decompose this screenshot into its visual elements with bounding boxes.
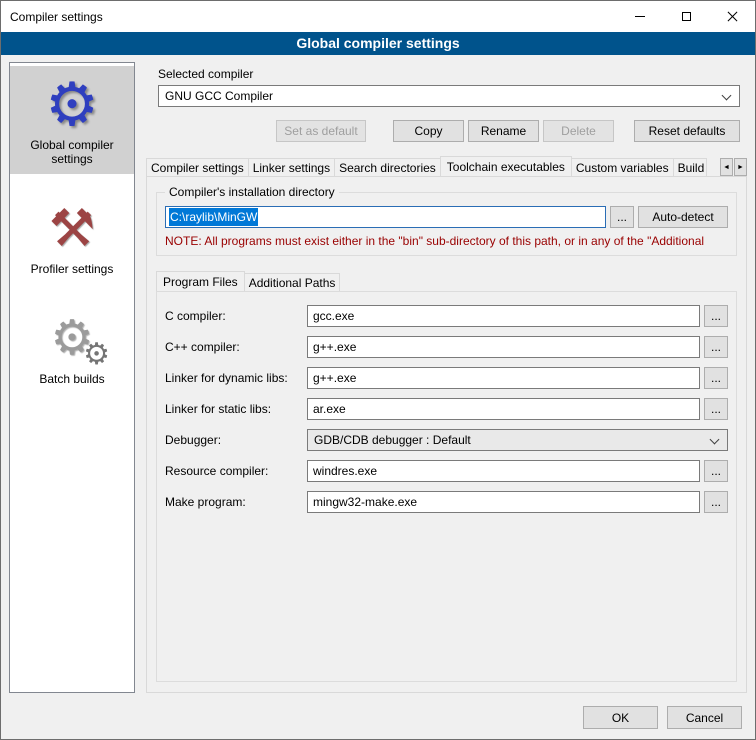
maximize-button[interactable] (663, 1, 709, 32)
tab-toolchain-executables[interactable]: Toolchain executables (440, 156, 572, 176)
field-label: Linker for static libs: (165, 402, 303, 416)
static-linker-input[interactable] (307, 398, 700, 420)
selected-compiler-label: Selected compiler (158, 67, 747, 81)
cpp-compiler-input[interactable] (307, 336, 700, 358)
tab-custom-variables[interactable]: Custom variables (571, 158, 674, 176)
install-path-value: C:\raylib\MinGW (169, 208, 258, 226)
minimize-icon (635, 16, 645, 17)
sidebar-item-label: Profiler settings (12, 262, 132, 276)
reset-defaults-button[interactable]: Reset defaults (634, 120, 740, 142)
compiler-select[interactable]: GNU GCC Compiler (158, 85, 740, 107)
field-label: C compiler: (165, 309, 303, 323)
rename-button[interactable]: Rename (468, 120, 539, 142)
toolchain-executables-panel: Compiler's installation directory C:\ray… (146, 176, 747, 693)
make-program-browse-button[interactable]: ... (704, 491, 728, 513)
delete-button[interactable]: Delete (543, 120, 614, 142)
cpp-compiler-browse-button[interactable]: ... (704, 336, 728, 358)
chevron-down-icon (710, 435, 720, 445)
sidebar-item-label: Batch builds (12, 372, 132, 386)
subtab-additional-paths[interactable]: Additional Paths (244, 273, 341, 291)
debugger-select[interactable]: GDB/CDB debugger : Default (307, 429, 728, 451)
note-text: NOTE: All programs must exist either in … (165, 234, 728, 248)
blue-gear-icon: ⚙ (12, 72, 132, 138)
gray-gears-icon: ⚙ ⚙ (12, 306, 132, 372)
dialog-header: Global compiler settings (1, 32, 755, 55)
field-label: Debugger: (165, 433, 303, 447)
dynamic-linker-input[interactable] (307, 367, 700, 389)
hammer-pick-glyph: ⚒ (49, 201, 96, 257)
compiler-settings-window: Compiler settings Global compiler settin… (0, 0, 756, 740)
field-row: C++ compiler: ... (165, 336, 728, 358)
static-linker-browse-button[interactable]: ... (704, 398, 728, 420)
close-button[interactable] (709, 1, 755, 32)
close-icon (726, 10, 739, 23)
debugger-select-value: GDB/CDB debugger : Default (314, 433, 471, 447)
sidebar: ⚙ Global compiler settings ⚒ Profiler se… (9, 62, 135, 693)
program-tabs: Program Files Additional Paths (156, 271, 737, 291)
sidebar-item-label: Global compiler settings (12, 138, 132, 166)
field-label: Resource compiler: (165, 464, 303, 478)
cancel-button[interactable]: Cancel (667, 706, 742, 729)
field-row: Linker for static libs: ... (165, 398, 728, 420)
tab-scroll-buttons: ◄ ► (720, 158, 747, 176)
field-row: Make program: ... (165, 491, 728, 513)
autodetect-button[interactable]: Auto-detect (638, 206, 728, 228)
profiler-tool-icon: ⚒ (12, 196, 132, 262)
chevron-down-icon (722, 91, 732, 101)
field-label: C++ compiler: (165, 340, 303, 354)
resource-compiler-input[interactable] (307, 460, 700, 482)
gear-glyph: ⚙ (45, 75, 99, 135)
make-program-input[interactable] (307, 491, 700, 513)
sidebar-item-global-compiler-settings[interactable]: ⚙ Global compiler settings (10, 66, 134, 174)
program-files-panel: C compiler: ... C++ compiler: ... Linker… (156, 291, 737, 682)
installation-directory-group: Compiler's installation directory C:\ray… (156, 192, 737, 256)
titlebar: Compiler settings (1, 1, 755, 32)
installation-directory-group-title: Compiler's installation directory (165, 185, 339, 199)
tab-scroll-right-button[interactable]: ► (734, 158, 747, 176)
maximize-icon (682, 12, 691, 21)
dynamic-linker-browse-button[interactable]: ... (704, 367, 728, 389)
window-title: Compiler settings (1, 10, 617, 24)
resource-compiler-browse-button[interactable]: ... (704, 460, 728, 482)
ok-button[interactable]: OK (583, 706, 658, 729)
minimize-button[interactable] (617, 1, 663, 32)
set-as-default-button[interactable]: Set as default (276, 120, 366, 142)
sidebar-item-profiler-settings[interactable]: ⚒ Profiler settings (10, 190, 134, 284)
gear-glyph: ⚙ (83, 340, 110, 370)
titlebar-buttons (617, 1, 755, 32)
sidebar-item-batch-builds[interactable]: ⚙ ⚙ Batch builds (10, 300, 134, 394)
field-row: Debugger: GDB/CDB debugger : Default (165, 429, 728, 451)
compiler-action-row: Set as default Copy Rename Delete Reset … (158, 120, 740, 142)
tab-scroll-left-button[interactable]: ◄ (720, 158, 733, 176)
dialog-body: ⚙ Global compiler settings ⚒ Profiler se… (1, 55, 755, 699)
compiler-select-value: GNU GCC Compiler (165, 89, 273, 103)
compiler-tabs: Compiler settings Linker settings Search… (146, 156, 747, 176)
copy-button[interactable]: Copy (393, 120, 464, 142)
right-arrow-icon: ► (737, 164, 744, 171)
left-arrow-icon: ◄ (723, 164, 730, 171)
dialog-footer: OK Cancel (1, 699, 755, 739)
field-row: Linker for dynamic libs: ... (165, 367, 728, 389)
install-path-browse-button[interactable]: ... (610, 206, 634, 228)
install-path-input[interactable]: C:\raylib\MinGW (165, 206, 606, 228)
c-compiler-browse-button[interactable]: ... (704, 305, 728, 327)
c-compiler-input[interactable] (307, 305, 700, 327)
field-label: Make program: (165, 495, 303, 509)
tab-build-options[interactable]: Build options (673, 158, 707, 176)
tab-compiler-settings[interactable]: Compiler settings (146, 158, 249, 176)
field-row: Resource compiler: ... (165, 460, 728, 482)
main-panel: Selected compiler GNU GCC Compiler Set a… (146, 62, 747, 693)
field-row: C compiler: ... (165, 305, 728, 327)
installation-directory-row: C:\raylib\MinGW ... Auto-detect (165, 206, 728, 228)
tab-linker-settings[interactable]: Linker settings (248, 158, 335, 176)
subtab-program-files[interactable]: Program Files (156, 271, 245, 291)
tab-search-directories[interactable]: Search directories (334, 158, 441, 176)
field-label: Linker for dynamic libs: (165, 371, 303, 385)
